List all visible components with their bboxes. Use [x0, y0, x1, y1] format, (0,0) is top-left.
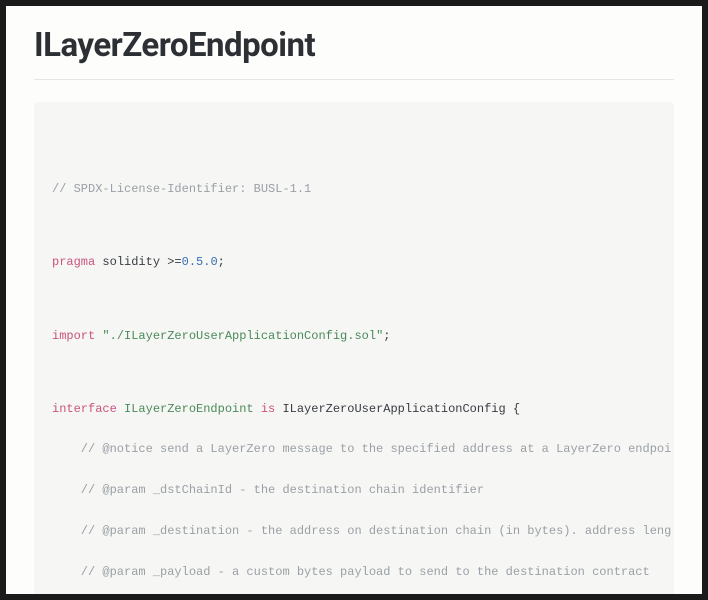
page-title: ILayerZeroEndpoint: [34, 26, 674, 65]
code-comment: // SPDX-License-Identifier: BUSL-1.1: [52, 182, 311, 196]
code-comment: // @param _payload - a custom bytes payl…: [52, 565, 650, 579]
code-comment: // @notice send a LayerZero message to t…: [52, 442, 671, 456]
keyword-is: is: [261, 402, 275, 416]
code-comment: // @param _dstChainId - the destination …: [52, 483, 484, 497]
code-text: solidity >=: [95, 255, 181, 269]
keyword-import: import: [52, 329, 95, 343]
version-number: 0.5.0: [182, 255, 218, 269]
keyword-interface: interface: [52, 402, 117, 416]
import-path: "./ILayerZeroUserApplicationConfig.sol": [102, 329, 383, 343]
title-divider: [34, 79, 674, 80]
document-page: ILayerZeroEndpoint // SPDX-License-Ident…: [6, 6, 702, 594]
copy-icon: [617, 102, 674, 153]
code-text: ;: [218, 255, 225, 269]
code-block: // SPDX-License-Identifier: BUSL-1.1 pra…: [34, 102, 674, 594]
parent-name: ILayerZeroUserApplicationConfig {: [275, 402, 520, 416]
copy-button[interactable]: [644, 112, 662, 130]
code-text: ;: [383, 329, 390, 343]
code-comment: // @param _destination - the address on …: [52, 524, 671, 538]
keyword-pragma: pragma: [52, 255, 95, 269]
interface-name: ILayerZeroEndpoint: [117, 402, 261, 416]
